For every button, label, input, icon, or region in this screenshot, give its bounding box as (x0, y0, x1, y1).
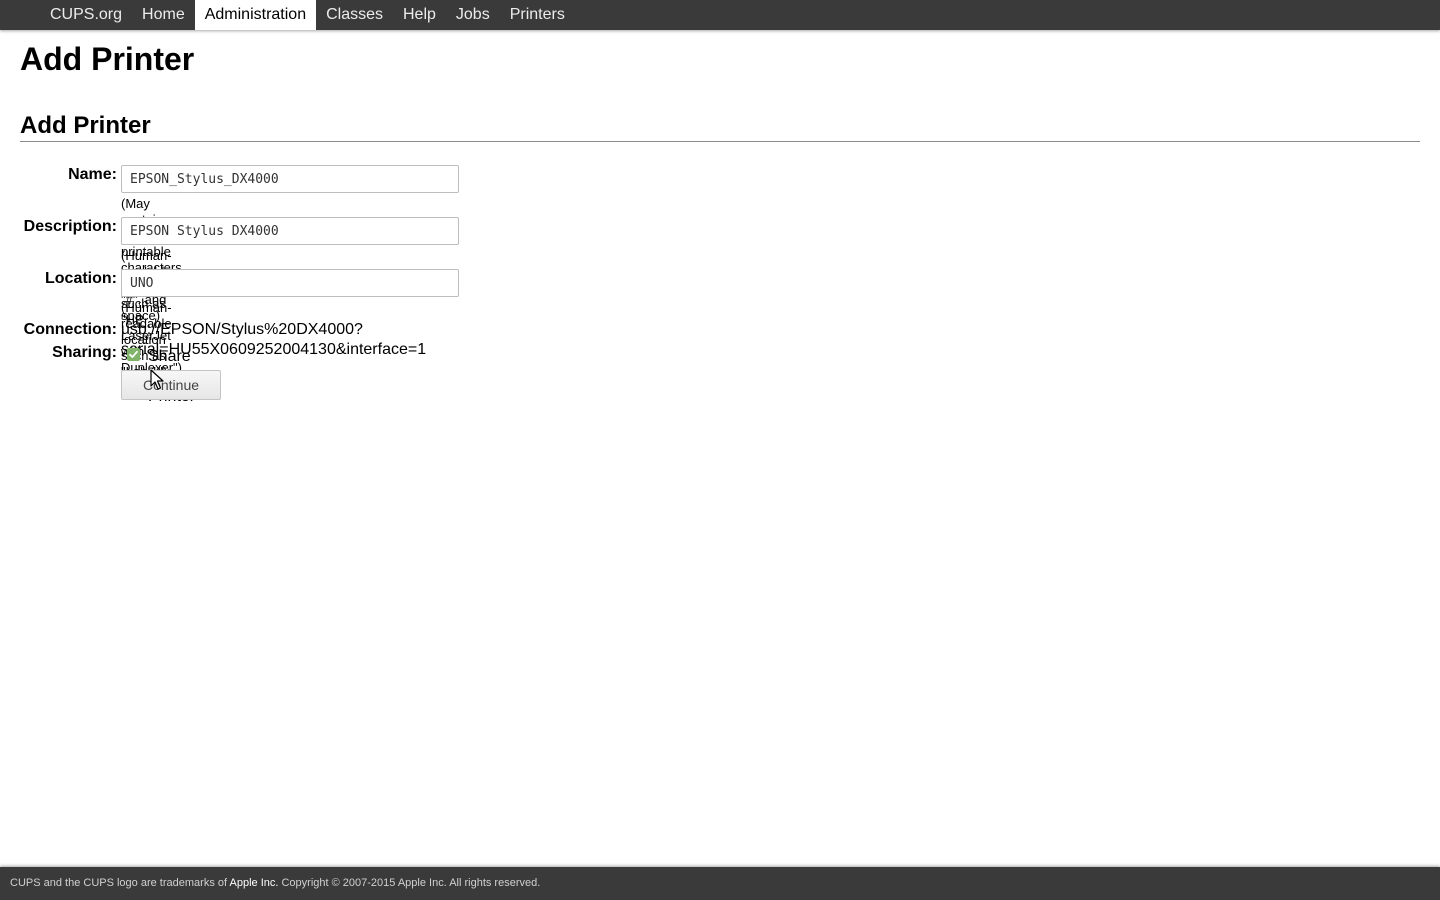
check-icon (129, 350, 138, 358)
nav-item-cups-org[interactable]: CUPS.org (40, 0, 132, 30)
footer-apple-link[interactable]: Apple Inc. (230, 877, 279, 889)
footer: CUPS and the CUPS logo are trademarks of… (0, 867, 1440, 900)
section-title: Add Printer (20, 111, 1420, 142)
nav-item-administration[interactable]: Administration (194, 0, 317, 30)
location-input[interactable] (121, 269, 459, 297)
nav-item-help[interactable]: Help (393, 0, 446, 30)
nav-item-home[interactable]: Home (132, 0, 195, 30)
nav-item-printers[interactable]: Printers (500, 0, 575, 30)
footer-text-after: Copyright © 2007-2015 Apple Inc. All rig… (278, 877, 541, 889)
description-label: Description: (23, 218, 117, 235)
name-label: Name: (68, 166, 117, 183)
sharing-label: Sharing: (52, 344, 117, 361)
nav-item-jobs[interactable]: Jobs (446, 0, 500, 30)
connection-label: Connection: (23, 321, 117, 338)
nav-menu: CUPS.org Home Administration Classes Hel… (40, 0, 575, 30)
nav-item-classes[interactable]: Classes (316, 0, 393, 30)
continue-button[interactable]: Continue (121, 370, 221, 400)
location-label: Location: (45, 270, 117, 287)
footer-text-before: CUPS and the CUPS logo are trademarks of (10, 877, 230, 889)
description-input[interactable] (121, 217, 459, 245)
name-input[interactable] (121, 165, 459, 193)
share-printer-checkbox[interactable] (127, 348, 140, 361)
page-title: Add Printer (20, 41, 195, 77)
top-navigation-bar: CUPS.org Home Administration Classes Hel… (0, 0, 1440, 30)
